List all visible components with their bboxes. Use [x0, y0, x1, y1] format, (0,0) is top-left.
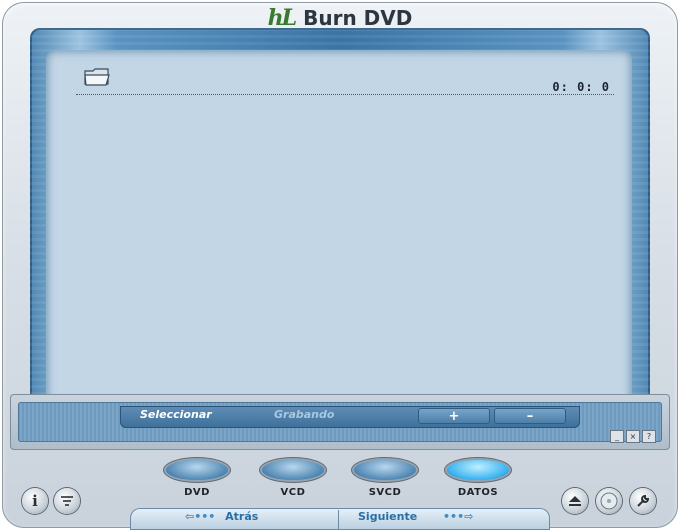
- svcd-label: SVCD: [368, 487, 402, 498]
- back-button[interactable]: ⇦••• Atrás: [185, 510, 258, 523]
- tab-grabando[interactable]: Grabando: [274, 408, 334, 421]
- mode-svcd[interactable]: SVCD: [350, 460, 420, 498]
- dotted-divider: [76, 94, 614, 95]
- datos-button[interactable]: [447, 460, 509, 480]
- disc-button[interactable]: [596, 488, 622, 514]
- tools-button[interactable]: [630, 488, 656, 514]
- arrow-left-icon: ⇦•••: [185, 510, 216, 523]
- svcd-button[interactable]: [354, 460, 416, 480]
- eject-button[interactable]: [562, 488, 588, 514]
- mode-datos[interactable]: DATOS: [443, 460, 513, 498]
- wrench-icon: [637, 494, 650, 507]
- info-icon: i: [32, 492, 38, 510]
- nav-divider: [338, 510, 339, 530]
- eject-icon: [569, 496, 581, 506]
- vcd-button[interactable]: [262, 460, 324, 480]
- tab-strip: Seleccionar Grabando + –: [120, 406, 580, 428]
- vcd-label: VCD: [280, 487, 306, 498]
- close-button[interactable]: ×: [626, 430, 640, 443]
- datos-label: DATOS: [457, 487, 499, 498]
- file-list-area[interactable]: 0: 0: 0: [46, 50, 632, 404]
- elapsed-time: 0: 0: 0: [552, 80, 610, 94]
- remove-button[interactable]: –: [494, 408, 566, 424]
- next-label: Siguiente: [358, 510, 418, 523]
- open-folder-icon[interactable]: [84, 67, 110, 87]
- mode-vcd[interactable]: VCD: [258, 460, 328, 498]
- arrow-right-icon: •••⇨: [443, 510, 474, 523]
- filter-icon: [61, 496, 73, 506]
- next-button[interactable]: Siguiente •••⇨: [358, 510, 473, 523]
- help-button[interactable]: ?: [642, 430, 656, 443]
- disc-icon: [600, 492, 618, 510]
- add-button[interactable]: +: [418, 408, 490, 424]
- info-button[interactable]: i: [22, 488, 48, 514]
- dvd-label: DVD: [184, 487, 210, 498]
- window-controls: _ × ?: [610, 430, 656, 443]
- mode-dvd[interactable]: DVD: [162, 460, 232, 498]
- dvd-button[interactable]: [166, 460, 228, 480]
- tab-seleccionar[interactable]: Seleccionar: [140, 408, 212, 421]
- back-label: Atrás: [225, 510, 259, 523]
- app-title: Burn DVD: [303, 6, 413, 30]
- minimize-button[interactable]: _: [610, 430, 624, 443]
- navigation-bar: ⇦••• Atrás Siguiente •••⇨: [130, 508, 550, 530]
- filter-button[interactable]: [54, 488, 80, 514]
